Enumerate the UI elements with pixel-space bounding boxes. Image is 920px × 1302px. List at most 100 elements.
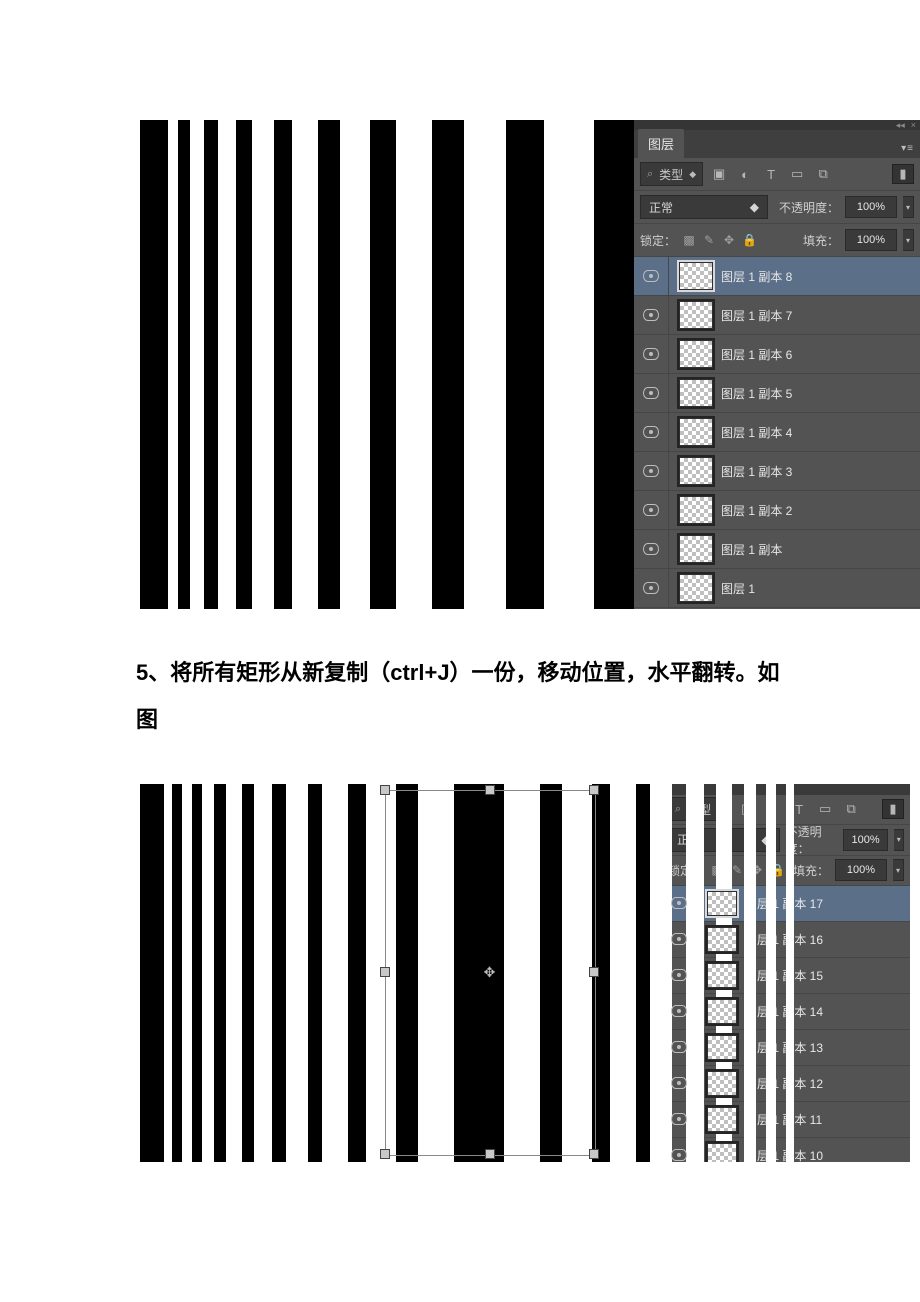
layers-tab[interactable]: 图层 <box>638 129 684 158</box>
transform-handle[interactable] <box>486 786 494 794</box>
eye-icon <box>643 504 659 516</box>
filter-toggle[interactable]: ▮ <box>892 164 914 184</box>
chevron-updown-icon: ◆ <box>689 169 696 180</box>
canvas-area: ✥ <box>140 784 662 1162</box>
transform-handle[interactable] <box>590 1150 598 1158</box>
stripe <box>226 784 242 1162</box>
collapse-icon[interactable]: ◂◂ <box>896 121 905 130</box>
layer-thumbnail[interactable] <box>705 889 739 917</box>
panel-menu-icon[interactable]: ▾≡ <box>895 139 920 158</box>
visibility-toggle[interactable] <box>634 491 669 529</box>
stripe <box>254 784 272 1162</box>
layer-thumbnail[interactable] <box>705 1033 739 1061</box>
stripe <box>218 120 236 609</box>
layer-thumbnail[interactable] <box>677 456 715 486</box>
blend-mode-select[interactable]: 正常 ◆ <box>640 195 768 219</box>
filter-pixel-icon[interactable]: ▣ <box>709 165 729 183</box>
layer-name-label: 图层 1 副本 3 <box>721 463 792 480</box>
visibility-toggle[interactable] <box>634 296 669 334</box>
layer-thumbnail[interactable] <box>677 378 715 408</box>
blend-mode-value: 正常 <box>649 199 673 216</box>
lock-label: 锁定： <box>640 232 676 249</box>
layer-row[interactable]: 图层 1 副本 <box>634 530 920 569</box>
lock-brush-icon[interactable]: ✎ <box>730 863 744 877</box>
visibility-toggle[interactable] <box>634 335 669 373</box>
stripe <box>252 120 274 609</box>
layer-thumbnail[interactable] <box>705 997 739 1025</box>
layer-row[interactable]: 图层 1 副本 8 <box>634 257 920 296</box>
filter-smartobj-icon[interactable]: ⧉ <box>813 165 833 183</box>
stripe <box>286 784 308 1162</box>
fill-input[interactable]: 100% <box>845 229 897 251</box>
visibility-toggle[interactable] <box>634 569 669 607</box>
fill-label: 填充： <box>803 232 839 249</box>
layer-name-label: 图层 1 副本 8 <box>721 268 792 285</box>
filter-shape-icon[interactable]: ▭ <box>787 165 807 183</box>
layer-thumbnail[interactable] <box>705 1105 739 1133</box>
layer-thumbnail[interactable] <box>705 961 739 989</box>
eye-icon <box>643 348 659 360</box>
layer-thumbnail[interactable] <box>677 300 715 330</box>
transform-handle[interactable] <box>381 1150 389 1158</box>
filter-adjustment-icon[interactable]: ◐ <box>735 165 755 183</box>
fill-chevron[interactable]: ▾ <box>903 229 914 251</box>
search-icon: ⌕ <box>647 168 653 181</box>
opacity-input[interactable]: 100% <box>843 829 889 851</box>
layer-row[interactable]: 图层 1 副本 3 <box>634 452 920 491</box>
lock-icons: ▩ ✎ ✥ 🔒 <box>682 233 756 247</box>
layer-row[interactable]: 图层 1 副本 5 <box>634 374 920 413</box>
close-icon[interactable]: × <box>911 121 916 130</box>
opacity-chevron[interactable]: ▾ <box>894 829 904 851</box>
opacity-label: 不透明度： <box>779 199 839 216</box>
layer-thumbnail[interactable] <box>677 573 715 603</box>
layer-row[interactable]: 图层 1 副本 2 <box>634 491 920 530</box>
visibility-toggle[interactable] <box>634 530 669 568</box>
visibility-toggle[interactable] <box>634 413 669 451</box>
fill-input[interactable]: 100% <box>835 859 887 881</box>
filter-smartobj-icon[interactable]: ⧉ <box>841 800 861 818</box>
lock-all-icon[interactable]: 🔒 <box>742 233 756 247</box>
transform-center-icon[interactable]: ✥ <box>482 964 498 980</box>
fill-chevron[interactable]: ▾ <box>893 859 904 881</box>
visibility-toggle[interactable] <box>634 452 669 490</box>
layer-thumbnail[interactable] <box>677 495 715 525</box>
transform-handle[interactable] <box>381 968 389 976</box>
eye-icon <box>643 582 659 594</box>
lock-row: 锁定： ▩ ✎ ✥ 🔒 填充： 100% ▾ <box>634 224 920 257</box>
lock-position-icon[interactable]: ✥ <box>722 233 736 247</box>
filter-type-icon[interactable]: T <box>761 165 781 183</box>
visibility-toggle[interactable] <box>634 374 669 412</box>
transform-handle[interactable] <box>486 1150 494 1158</box>
layer-thumbnail[interactable] <box>677 339 715 369</box>
layer-row[interactable]: 图层 1 副本 7 <box>634 296 920 335</box>
layer-row[interactable]: 图层 1 副本 6 <box>634 335 920 374</box>
layer-thumbnail[interactable] <box>677 417 715 447</box>
layer-row[interactable]: 图层 1 副本 4 <box>634 413 920 452</box>
blend-row: 正常 ◆ 不透明度： 100% ▾ <box>634 191 920 224</box>
layer-thumbnail[interactable] <box>705 925 739 953</box>
layer-thumbnail[interactable] <box>705 1141 739 1162</box>
eye-icon <box>671 1149 687 1161</box>
lock-brush-icon[interactable]: ✎ <box>702 233 716 247</box>
opacity-input[interactable]: 100% <box>845 196 897 218</box>
photoshop-figure-1: ◂◂ × 图层 ▾≡ ⌕ 类型 ◆ ▣ ◐ T ▭ <box>140 120 920 609</box>
layer-thumbnail[interactable] <box>677 261 715 291</box>
layer-row[interactable]: 图层 1 <box>634 569 920 608</box>
eye-icon <box>643 387 659 399</box>
stripe <box>340 120 370 609</box>
figure-2: ✥ ⌕ 类型 ◆ ▣ ◐ T ▭ ⧉ ▮ <box>140 784 920 1162</box>
opacity-chevron[interactable]: ▾ <box>903 196 914 218</box>
stripe <box>182 784 192 1162</box>
visibility-toggle[interactable] <box>634 257 669 295</box>
layer-filter-select[interactable]: ⌕ 类型 ◆ <box>640 162 703 186</box>
filter-toggle[interactable]: ▮ <box>882 799 904 819</box>
transform-handle[interactable] <box>381 786 389 794</box>
layer-name-label: 图层 1 副本 7 <box>721 307 792 324</box>
transform-handle[interactable] <box>590 786 598 794</box>
lock-transparency-icon[interactable]: ▩ <box>682 233 696 247</box>
layer-thumbnail[interactable] <box>705 1069 739 1097</box>
filter-shape-icon[interactable]: ▭ <box>815 800 835 818</box>
transform-handle[interactable] <box>590 968 598 976</box>
layer-thumbnail[interactable] <box>677 534 715 564</box>
layer-name-label: 图层 1 副本 6 <box>721 346 792 363</box>
